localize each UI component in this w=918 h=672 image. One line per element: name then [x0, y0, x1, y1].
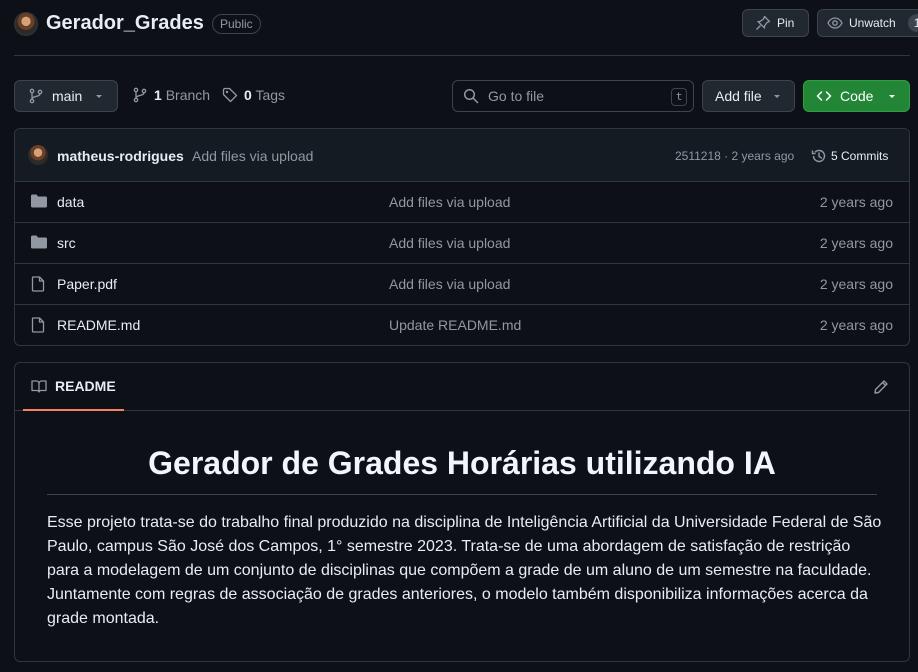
go-to-file-search[interactable]: t	[452, 80, 694, 112]
tag-icon	[222, 87, 238, 103]
branch-label: Branch	[165, 87, 211, 103]
book-icon	[31, 378, 47, 394]
commit-author-avatar[interactable]	[28, 145, 48, 165]
watch-label: Unwatch	[849, 16, 896, 30]
commit-author[interactable]: matheus-rodrigues	[57, 148, 184, 164]
chevron-down-icon	[772, 91, 782, 101]
tags-link[interactable]: 0 Tags	[222, 87, 285, 103]
file-age: 2 years ago	[819, 276, 893, 292]
file-age: 2 years ago	[819, 317, 893, 333]
branch-icon	[28, 88, 44, 104]
file-age: 2 years ago	[819, 235, 893, 251]
code-label: Code	[840, 88, 874, 104]
latest-commit-bar: matheus-rodrigues Add files via upload 2…	[15, 129, 909, 182]
branches-link[interactable]: 1 Branch	[132, 87, 210, 103]
add-file-button[interactable]: Add file	[702, 80, 795, 112]
pin-button[interactable]: Pin	[742, 9, 809, 37]
folder-icon	[31, 194, 49, 210]
readme-panel: README Gerador de Grades Horárias utiliz…	[14, 362, 910, 662]
branch-name: main	[52, 88, 83, 104]
code-button[interactable]: Code	[803, 80, 910, 112]
file-commit-message[interactable]: Update README.md	[389, 317, 521, 333]
file-icon	[31, 317, 49, 333]
branch-count: 1	[154, 87, 162, 103]
branch-selector[interactable]: main	[14, 80, 118, 112]
pin-label: Pin	[777, 16, 795, 30]
file-name[interactable]: README.md	[57, 317, 140, 333]
file-name[interactable]: src	[57, 235, 76, 251]
file-row[interactable]: data Add files via upload 2 years ago	[15, 182, 909, 223]
visibility-badge: Public	[212, 14, 261, 34]
file-commit-message[interactable]: Add files via upload	[389, 235, 510, 251]
tab-readme[interactable]: README	[23, 363, 124, 411]
file-row[interactable]: Paper.pdf Add files via upload 2 years a…	[15, 264, 909, 305]
keyboard-shortcut-hint: t	[671, 88, 687, 106]
history-icon	[811, 148, 827, 164]
code-icon	[816, 88, 832, 104]
tag-label: Tags	[255, 87, 286, 103]
readme-tab-bar: README	[15, 363, 909, 411]
branch-icon	[132, 87, 148, 103]
add-file-label: Add file	[715, 88, 762, 104]
file-commit-message[interactable]: Add files via upload	[389, 194, 510, 210]
file-icon	[31, 276, 49, 292]
file-commit-message[interactable]: Add files via upload	[389, 276, 510, 292]
commit-message[interactable]: Add files via upload	[192, 148, 313, 164]
repo-name[interactable]: Gerador_Grades	[46, 12, 204, 35]
file-row[interactable]: src Add files via upload 2 years ago	[15, 223, 909, 264]
header-divider	[14, 55, 910, 56]
commits-count-label: 5 Commits	[831, 149, 889, 163]
file-name[interactable]: Paper.pdf	[57, 276, 117, 292]
chevron-down-icon	[94, 91, 104, 101]
chevron-down-icon	[887, 91, 897, 101]
pencil-icon[interactable]	[873, 379, 889, 395]
file-age: 2 years ago	[819, 194, 893, 210]
file-row[interactable]: README.md Update README.md 2 years ago	[15, 305, 909, 346]
readme-heading: Gerador de Grades Horárias utilizando IA	[47, 445, 877, 495]
folder-icon	[31, 235, 49, 251]
file-browser: matheus-rodrigues Add files via upload 2…	[14, 128, 910, 346]
watch-count: 1	[907, 14, 918, 32]
tag-count: 0	[244, 87, 252, 103]
pin-icon	[755, 15, 771, 31]
eye-icon	[827, 15, 843, 31]
watch-button[interactable]: Unwatch 1	[817, 9, 918, 37]
search-icon	[463, 88, 479, 104]
commits-history-link[interactable]: 5 Commits	[811, 148, 888, 164]
readme-paragraph: Esse projeto trata-se do trabalho final …	[47, 514, 882, 627]
commit-hash-age[interactable]: 2511218 · 2 years ago	[675, 149, 794, 163]
owner-avatar[interactable]	[14, 12, 38, 36]
file-name[interactable]: data	[57, 194, 84, 210]
readme-tab-label: README	[55, 378, 116, 394]
go-to-file-input[interactable]	[488, 88, 668, 104]
